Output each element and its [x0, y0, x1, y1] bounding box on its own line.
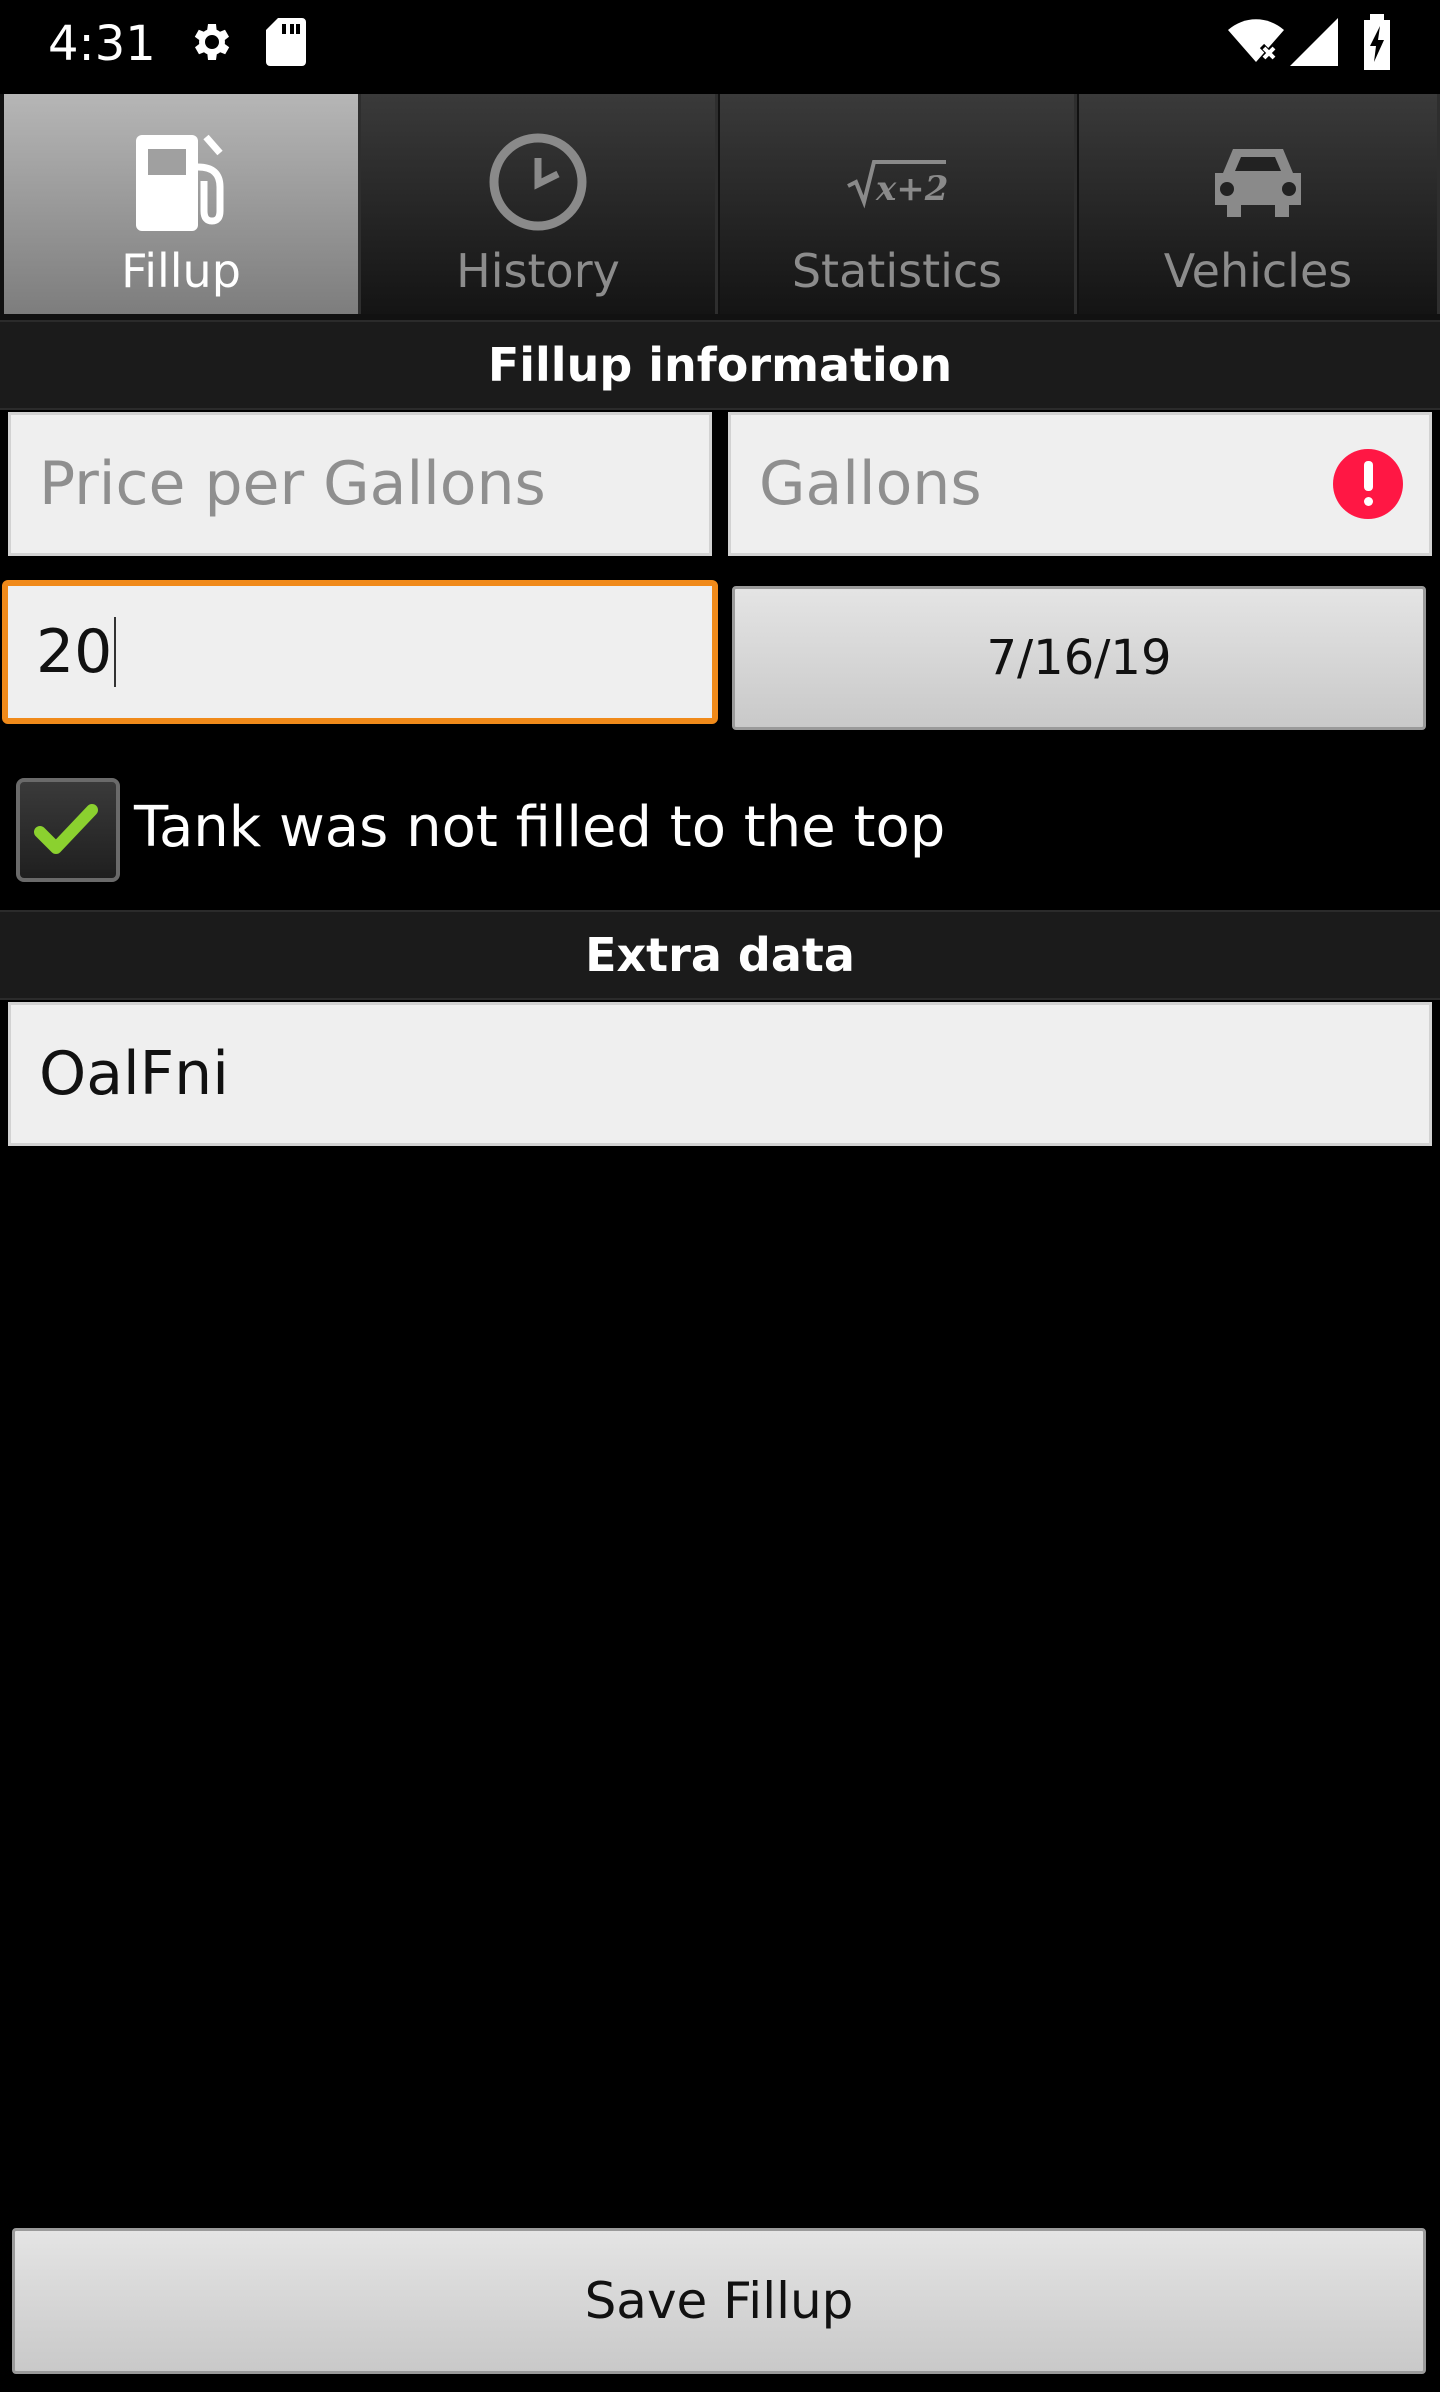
car-icon	[1215, 149, 1301, 217]
sqrt-formula-icon: x+2	[847, 160, 948, 209]
checkmark-icon	[34, 804, 98, 854]
svg-text:x+2: x+2	[875, 169, 948, 209]
settings-gear-icon	[194, 24, 230, 60]
tab-label: Fillup	[121, 244, 241, 298]
extra-data-section-header: Extra data	[0, 910, 1440, 1000]
tab-vehicles[interactable]: Vehicles	[1079, 94, 1440, 314]
partial-fill-label[interactable]: Tank was not filled to the top	[134, 792, 945, 864]
price-placeholder: Price per Gallons	[39, 449, 546, 519]
tab-label: History	[456, 244, 620, 298]
comment-input[interactable]: OalFni	[8, 1002, 1432, 1146]
error-icon	[1333, 449, 1403, 519]
price-per-gallon-input[interactable]: Price per Gallons	[8, 412, 712, 556]
gallons-input[interactable]: Gallons	[728, 412, 1432, 556]
tab-fillup[interactable]: Fillup	[4, 94, 361, 314]
save-fillup-button[interactable]: Save Fillup	[12, 2228, 1426, 2374]
gallons-placeholder: Gallons	[759, 449, 982, 519]
tab-label: Statistics	[791, 244, 1003, 298]
fillup-section-header: Fillup information	[0, 320, 1440, 410]
tab-statistics[interactable]: x+2 Statistics	[720, 94, 1077, 314]
comment-value: OalFni	[39, 1039, 229, 1109]
tab-bar: Fillup History x+2 Statistics Vehicles	[0, 94, 1440, 410]
status-time: 4:31	[48, 16, 156, 72]
tab-history[interactable]: History	[361, 94, 718, 314]
status-bar: 4:31	[0, 0, 1440, 88]
clock-icon	[489, 133, 587, 231]
battery-charging-icon	[1364, 14, 1390, 70]
date-value: 7/16/19	[986, 630, 1172, 686]
date-picker-button[interactable]: 7/16/19	[732, 586, 1426, 730]
odometer-input[interactable]: 20	[2, 580, 718, 724]
cell-signal-icon	[1290, 18, 1338, 66]
tab-label: Vehicles	[1163, 244, 1353, 298]
wifi-off-icon	[1228, 19, 1284, 63]
sd-card-icon	[266, 18, 306, 66]
partial-fill-checkbox[interactable]	[16, 778, 120, 882]
text-cursor	[114, 617, 117, 687]
odometer-value: 20	[36, 617, 113, 687]
fuel-pump-icon	[136, 134, 224, 231]
